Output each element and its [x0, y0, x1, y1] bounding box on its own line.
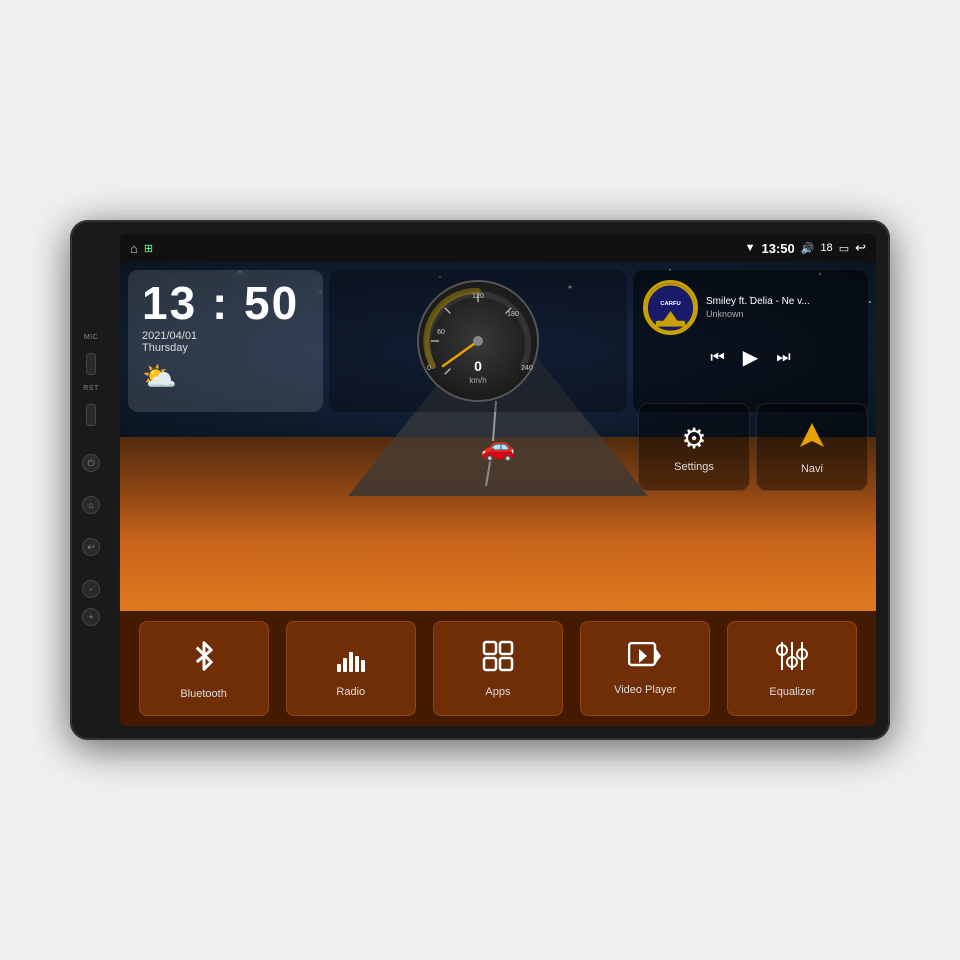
main-content: 🚗 13 : 50 2021/04/01 Thursday ⛅: [120, 262, 876, 611]
vol-down-button[interactable]: -: [82, 580, 100, 598]
svg-text:km/h: km/h: [469, 376, 486, 385]
music-text: Smiley ft. Delia - Ne v... Unknown: [706, 296, 858, 319]
apps-svg: [482, 640, 514, 672]
battery-icon: ▭: [839, 242, 849, 255]
apps-button[interactable]: Apps: [433, 621, 563, 716]
equalizer-button[interactable]: Equalizer: [727, 621, 857, 716]
status-time: 13:50: [761, 241, 794, 256]
bluetooth-svg: [189, 638, 219, 674]
car-head-unit: MIC RST ⏻ ⌂ ↩ - + ⌂ ⊞: [70, 220, 890, 740]
album-art: CARFU: [643, 280, 698, 335]
apps-icon: [482, 640, 514, 680]
car-image: 🚗: [481, 430, 516, 463]
music-title: Smiley ft. Delia - Ne v...: [706, 296, 858, 307]
side-buttons: MIC RST ⏻ ⌂ ↩ - +: [82, 334, 100, 626]
music-controls: ⏮ ▶ ⏭: [643, 345, 858, 370]
video-svg: [628, 642, 662, 670]
navi-label: Navi: [801, 463, 823, 475]
svg-text:0: 0: [474, 358, 482, 374]
mic-label: MIC: [84, 334, 98, 341]
status-bar: ⌂ ⊞ ▼ 13:50 🔊 18 ▭ ↩: [120, 234, 876, 262]
equalizer-svg: [776, 640, 808, 672]
apps-label: Apps: [485, 686, 510, 698]
speedometer-widget: 0 60 120 180 240 0 km/h: [329, 270, 627, 412]
home-icon[interactable]: ⌂: [130, 241, 138, 256]
clock-date: 2021/04/01: [142, 330, 309, 342]
music-widget: CARFU Smiley ft. Delia - Ne v... Unknown…: [633, 270, 868, 412]
video-player-label: Video Player: [614, 684, 676, 696]
home-side-button[interactable]: ⌂: [82, 496, 100, 514]
clock-time: 13 : 50: [142, 280, 309, 326]
video-player-icon: [628, 642, 662, 678]
back-icon[interactable]: ↩: [855, 240, 866, 256]
svg-text:120: 120: [472, 293, 484, 300]
bluetooth-label: Bluetooth: [180, 688, 226, 700]
settings-icon: ⚙: [681, 422, 706, 455]
svg-text:180: 180: [507, 311, 519, 318]
play-button[interactable]: ▶: [743, 345, 758, 370]
settings-label: Settings: [674, 461, 714, 473]
radio-label: Radio: [336, 686, 365, 698]
apps-shortcut-icon[interactable]: ⊞: [144, 242, 153, 255]
prev-button[interactable]: ⏮: [710, 349, 724, 367]
quick-buttons: ⚙ Settings Navi: [638, 403, 868, 491]
rst-label: RST: [83, 385, 99, 392]
vol-up-button[interactable]: +: [82, 608, 100, 626]
mic-button[interactable]: [86, 353, 96, 375]
next-button[interactable]: ⏭: [776, 349, 790, 367]
volume-level: 18: [820, 242, 832, 254]
widgets-row: 13 : 50 2021/04/01 Thursday ⛅: [120, 262, 876, 416]
clock-widget: 13 : 50 2021/04/01 Thursday ⛅: [128, 270, 323, 412]
clock-day: Thursday: [142, 342, 309, 354]
power-button[interactable]: ⏻: [82, 454, 100, 472]
back-side-button[interactable]: ↩: [82, 538, 100, 556]
radio-svg: [335, 640, 367, 672]
radio-icon: [335, 640, 367, 680]
status-left: ⌂ ⊞: [130, 241, 153, 256]
equalizer-label: Equalizer: [769, 686, 815, 698]
navi-button[interactable]: Navi: [756, 403, 868, 491]
status-right: ▼ 13:50 🔊 18 ▭ ↩: [745, 240, 866, 256]
svg-text:CARFU: CARFU: [660, 301, 681, 307]
radio-button[interactable]: Radio: [286, 621, 416, 716]
volume-icon: 🔊: [801, 242, 815, 255]
navi-arrow-svg: [797, 420, 827, 450]
settings-button[interactable]: ⚙ Settings: [638, 403, 750, 491]
svg-text:0: 0: [427, 365, 431, 372]
video-player-button[interactable]: Video Player: [580, 621, 710, 716]
bluetooth-button[interactable]: Bluetooth: [139, 621, 269, 716]
navi-icon: [797, 420, 827, 457]
speedometer-svg: 0 60 120 180 240 0 km/h: [413, 276, 543, 406]
weather-icon: ⛅: [142, 360, 309, 393]
carfu-logo: CARFU: [646, 283, 695, 333]
rst-button[interactable]: [86, 404, 96, 426]
music-info-row: CARFU Smiley ft. Delia - Ne v... Unknown: [643, 280, 858, 335]
svg-text:60: 60: [437, 329, 445, 336]
music-artist: Unknown: [706, 309, 858, 319]
wifi-icon: ▼: [745, 242, 756, 254]
equalizer-icon: [776, 640, 808, 680]
bluetooth-icon: [189, 638, 219, 682]
display-screen: ⌂ ⊞ ▼ 13:50 🔊 18 ▭ ↩: [120, 234, 876, 726]
svg-text:240: 240: [521, 365, 533, 372]
bottom-bar: Bluetooth Radio: [120, 611, 876, 726]
